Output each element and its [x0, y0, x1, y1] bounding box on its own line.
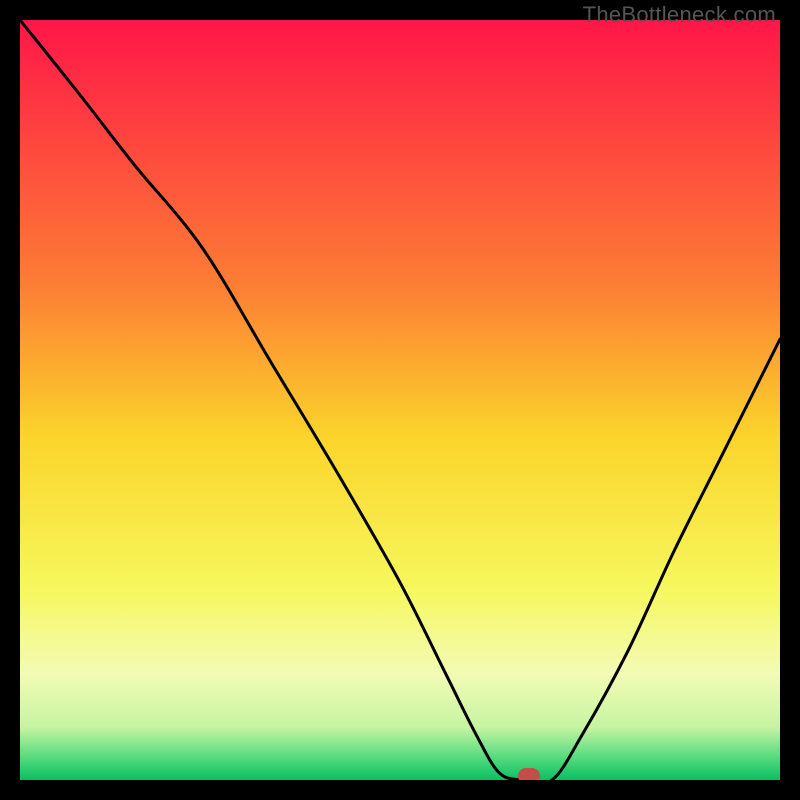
chart-frame: TheBottleneck.com: [0, 0, 800, 800]
plot-area: [20, 20, 780, 780]
watermark-text: TheBottleneck.com: [583, 2, 776, 28]
optimal-point-marker: [518, 768, 540, 780]
bottleneck-curve: [20, 20, 780, 780]
